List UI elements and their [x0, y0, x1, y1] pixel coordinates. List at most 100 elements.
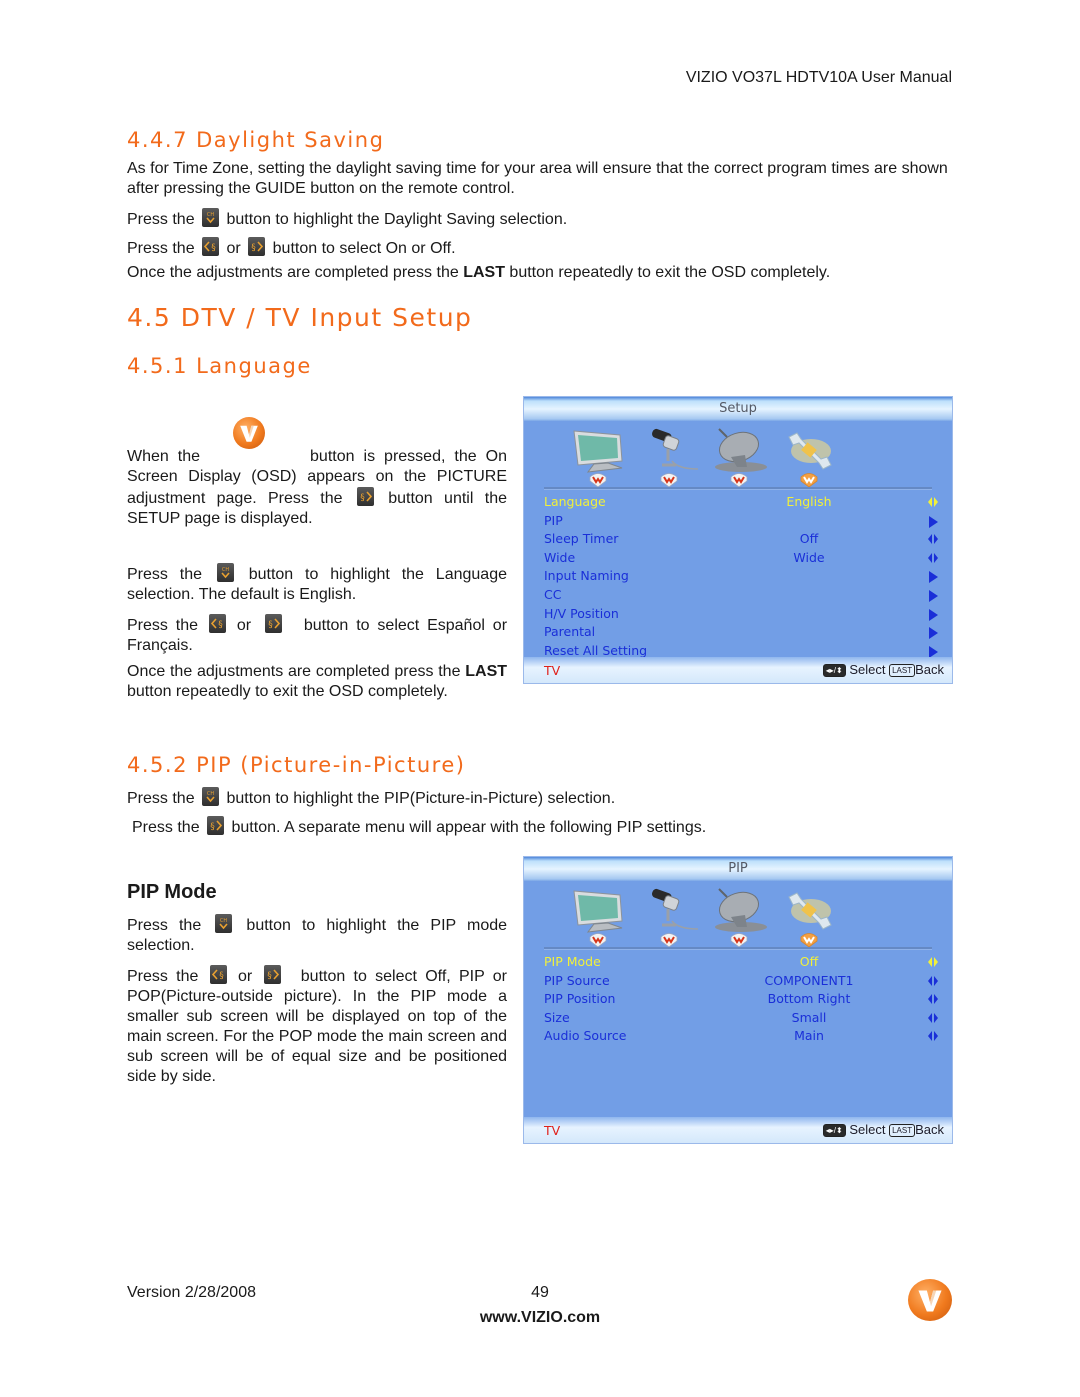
text-fragment: Press the	[127, 617, 199, 634]
osd-title: Setup	[524, 397, 952, 421]
ch-down-button-icon	[215, 914, 233, 933]
heading-dtv-tv-input-setup: 4.5 DTV / TV Input Setup	[127, 303, 473, 332]
menu-row[interactable]: Input Naming	[544, 568, 938, 586]
right-arrow-icon	[928, 590, 938, 602]
menu-row[interactable]: CC	[544, 587, 938, 605]
picture-monitor-icon	[564, 887, 634, 933]
setup-wrench-icon	[775, 427, 845, 473]
volume-right-button-icon	[356, 487, 374, 506]
text-fragment: Press the	[127, 790, 195, 807]
osd-title: PIP	[524, 857, 952, 881]
text-fragment: button. A separate menu will appear with…	[231, 819, 707, 836]
text-fragment: or	[236, 617, 252, 634]
menu-row[interactable]: Language English	[544, 494, 938, 512]
pip-mode-step-select: Press the or button to select Off, PIP o…	[127, 965, 507, 1087]
menu-row-value: Main	[794, 1028, 824, 1044]
text-fragment: button to highlight the Daylight Saving …	[226, 211, 568, 228]
language-step-exit: Once the adjustments are completed press…	[127, 662, 507, 702]
text-fragment: button to highlight the PIP(Picture-in-P…	[226, 790, 616, 807]
language-step-select: Press the or button to select Español or…	[127, 614, 507, 656]
pip-mode-step-highlight: Press the button to highlight the PIP mo…	[127, 914, 507, 956]
menu-row[interactable]: Sleep Timer Off	[544, 531, 938, 549]
volume-left-button-icon	[208, 614, 226, 633]
pip-step-open: Press the button. A separate menu will a…	[132, 816, 706, 838]
volume-left-button-icon	[209, 965, 227, 984]
tab-tv-icon	[728, 931, 750, 947]
select-label: Select	[849, 662, 886, 677]
menu-row[interactable]: PIP	[544, 513, 938, 531]
menu-row[interactable]: H/V Position	[544, 606, 938, 624]
menu-row-value: Wide	[793, 549, 825, 565]
heading-language: 4.5.1 Language	[127, 354, 312, 378]
osd-nav-hint: ◂▸/⬍ Select LAST Back	[822, 1122, 944, 1137]
menu-row-label: PIP Position	[544, 991, 616, 1007]
ch-down-button-icon	[216, 563, 234, 582]
volume-left-button-icon	[202, 237, 220, 256]
right-arrow-icon	[928, 571, 938, 583]
select-label: Select	[849, 1122, 886, 1137]
vizio-menu-button-icon	[233, 417, 266, 449]
osd-footer: TV ◂▸/⬍ Select LAST Back	[524, 1117, 952, 1143]
daylight-step-exit: Once the adjustments are completed press…	[127, 263, 830, 283]
volume-right-button-icon	[248, 237, 266, 256]
volume-right-button-icon	[207, 816, 225, 835]
text-fragment: button to select Off, PIP or POP(Picture…	[127, 968, 507, 1085]
menu-row-label: Size	[544, 1009, 570, 1025]
osd-footer: TV ◂▸/⬍ Select LAST Back	[524, 657, 952, 683]
menu-row[interactable]: PIP Position Bottom Right	[544, 991, 938, 1009]
text-fragment: Press the	[127, 240, 195, 257]
last-key-label: LAST	[465, 663, 508, 680]
menu-row[interactable]: Wide Wide	[544, 550, 938, 568]
menu-row-label: Audio Source	[544, 1028, 627, 1044]
text-fragment: button repeatedly to exit the OSD comple…	[127, 683, 448, 700]
nav-keys-icon: ◂▸/⬍	[822, 1124, 846, 1137]
left-right-arrow-icon	[928, 1031, 938, 1041]
menu-row-value: Off	[799, 531, 819, 547]
text-fragment: Press the	[127, 566, 202, 583]
text-fragment: button repeatedly to exit the OSD comple…	[509, 264, 831, 281]
tab-audio-icon	[658, 471, 680, 487]
audio-microphone-icon	[634, 427, 704, 473]
left-right-arrow-icon	[928, 976, 938, 986]
setup-osd-screenshot: Setup Language English PIP Sleep Timer Off Wi…	[523, 396, 953, 684]
text-fragment: Once the adjustments are completed press…	[127, 264, 459, 281]
ch-down-button-icon	[202, 787, 220, 806]
tv-satellite-dish-icon	[705, 427, 775, 473]
osd-source-label: TV	[544, 1123, 561, 1138]
back-label: Back	[915, 662, 944, 677]
pip-osd-screenshot: PIP PIP Mode Off PIP Source COMPONENT1 PIP P…	[523, 856, 953, 1144]
back-label: Back	[915, 1122, 944, 1137]
menu-row-value: COMPONENT1	[764, 972, 854, 988]
last-key-icon: LAST	[889, 664, 916, 677]
menu-row-value: Off	[799, 954, 819, 969]
language-instructions: When the button is pressed, the On Scree…	[127, 415, 507, 702]
text-fragment: Press the	[127, 211, 195, 228]
menu-row-value: Bottom Right	[767, 991, 851, 1007]
osd-divider	[544, 487, 932, 490]
text-fragment: Once the adjustments are completed press…	[127, 663, 461, 680]
menu-row-label: Parental	[544, 624, 596, 640]
menu-row-label: Sleep Timer	[544, 531, 619, 547]
text-fragment: Press the	[132, 819, 200, 836]
left-right-arrow-icon	[928, 1013, 938, 1023]
right-arrow-icon	[928, 516, 938, 528]
menu-row-label: H/V Position	[544, 605, 619, 621]
text-fragment: Press the	[127, 968, 199, 985]
tab-setup-icon	[798, 931, 820, 947]
heading-daylight-saving: 4.4.7 Daylight Saving	[127, 128, 385, 152]
menu-row-label: PIP Source	[544, 972, 610, 988]
audio-microphone-icon	[634, 887, 704, 933]
menu-row[interactable]: Audio Source Main	[544, 1028, 938, 1046]
tab-picture-icon	[587, 931, 609, 947]
text-fragment: or	[237, 968, 253, 985]
volume-right-button-icon	[264, 614, 282, 633]
menu-row[interactable]: Parental	[544, 624, 938, 642]
text-fragment: When the	[127, 448, 201, 465]
vizio-logo	[908, 1279, 952, 1321]
menu-row[interactable]: PIP Mode Off	[544, 954, 938, 972]
left-right-arrow-icon	[928, 553, 938, 563]
menu-row[interactable]: Size Small	[544, 1010, 938, 1028]
osd-category-icons	[524, 421, 952, 487]
menu-row[interactable]: PIP Source COMPONENT1	[544, 973, 938, 991]
ch-down-button-icon	[202, 208, 220, 227]
